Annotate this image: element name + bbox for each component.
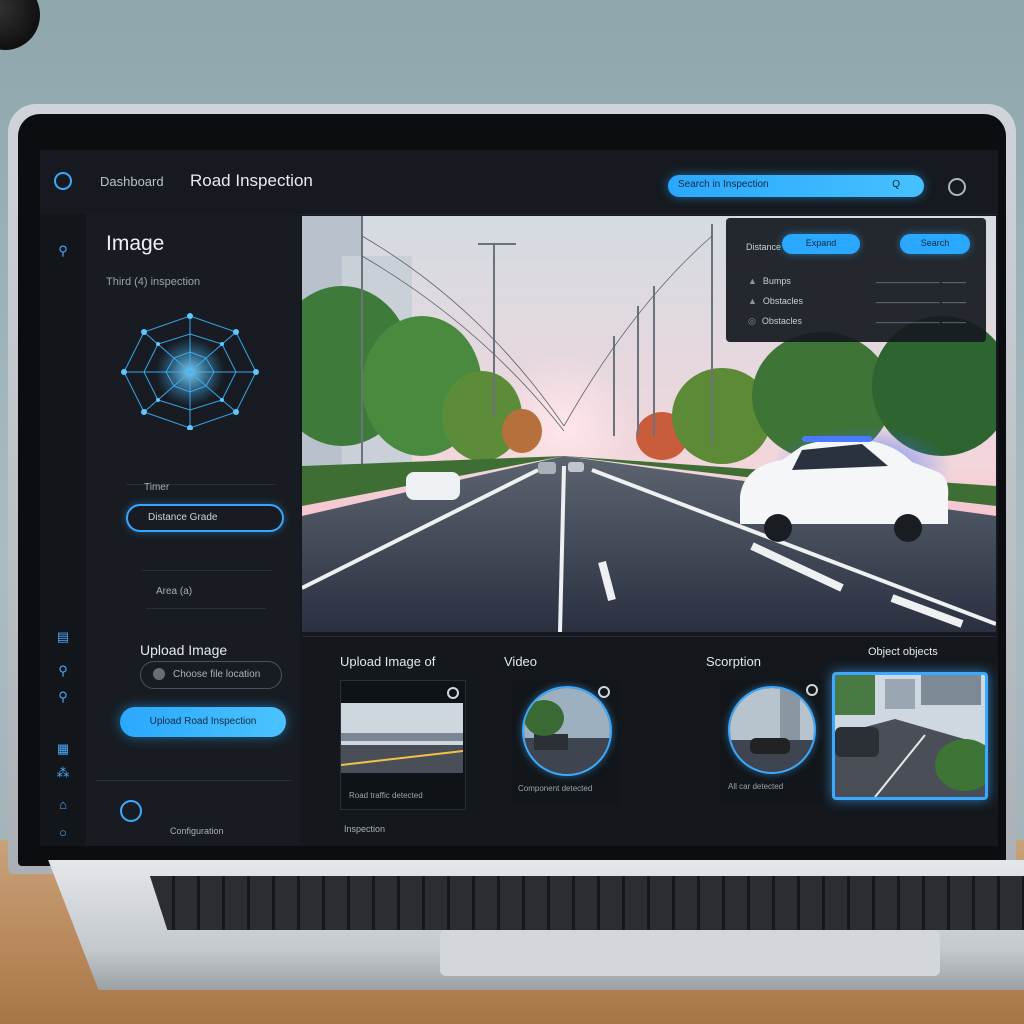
bell-icon[interactable]: ⌂ — [56, 798, 70, 812]
search-overlay-button-label: Search — [920, 238, 950, 248]
clock-icon[interactable] — [54, 172, 72, 190]
laptop-trackpad — [440, 930, 940, 976]
distance-grade-button[interactable]: Distance Grade — [126, 504, 284, 532]
detection-overlay: Distance Expand Search ▲ Bumps ———————— —… — [726, 218, 986, 342]
distance-grade-label: Distance Grade — [148, 512, 218, 523]
search-overlay-button[interactable]: Search — [900, 234, 970, 254]
card-title: Video — [504, 654, 538, 669]
search-icon-3[interactable]: ⚲ — [56, 690, 70, 704]
road-image: Distance Expand Search ▲ Bumps ———————— —… — [302, 216, 996, 632]
upload-button-label: Upload Road Inspection — [149, 716, 257, 727]
divider — [146, 608, 266, 609]
search-input-text: Search in Inspection — [678, 179, 769, 190]
brand-label[interactable]: Dashboard — [100, 174, 164, 189]
timer-label: Timer — [144, 482, 170, 493]
timer-icon[interactable] — [120, 800, 142, 822]
area-label: Area (a) — [156, 586, 193, 597]
panel-title: Image — [106, 232, 165, 255]
thumb-road — [341, 703, 463, 773]
background-object — [0, 0, 40, 50]
description-thumb — [728, 686, 816, 774]
sidebar-rail: ⚲ ▤ ⚲ ⚲ ▦ ⁂ ⌂ ○ — [40, 214, 87, 846]
media-strip: Upload Image of Road traffic detected Vi… — [302, 636, 996, 846]
inspection-label: Inspection — [344, 824, 386, 834]
description-card[interactable]: All car detected — [720, 680, 824, 804]
upload-label: Upload Image — [140, 642, 228, 658]
overlay-row-value: ———————— ——— — [875, 318, 966, 327]
file-location-field[interactable]: Choose file location — [140, 661, 282, 689]
card-caption: Component detected — [518, 784, 593, 793]
configuration-label[interactable]: Configuration — [170, 826, 224, 836]
book-icon[interactable]: ▤ — [56, 630, 70, 644]
card-caption: Road traffic detected — [349, 791, 423, 800]
search-icon-2[interactable]: ⚲ — [56, 664, 70, 678]
card-title: Object objects — [868, 646, 938, 658]
overlay-row: ▲ Obstacles — [748, 296, 803, 306]
grid-icon[interactable]: ▦ — [56, 742, 70, 756]
options-icon[interactable] — [447, 687, 459, 699]
overlay-row-value: ———————— ——— — [875, 298, 966, 307]
overlay-label: Distance — [746, 242, 782, 252]
divider — [142, 570, 272, 571]
people-icon[interactable]: ⁂ — [56, 766, 70, 780]
card-caption: All car detected — [728, 782, 784, 791]
divider — [96, 780, 292, 781]
options-icon[interactable] — [598, 686, 610, 698]
divider — [302, 636, 996, 637]
card-title: Scorption — [706, 654, 761, 669]
page-title: Road Inspection — [190, 171, 313, 190]
warning-icon: ▲ — [748, 296, 757, 306]
profile-icon[interactable] — [948, 178, 966, 196]
search-icon[interactable]: Q — [892, 179, 900, 190]
panel-subtitle: Third (4) inspection — [106, 276, 201, 288]
video-card[interactable]: Component detected — [512, 680, 620, 806]
laptop-keyboard — [150, 876, 1024, 930]
attach-icon — [153, 668, 165, 680]
top-bar: Dashboard Road Inspection Search in Insp… — [40, 150, 998, 215]
upload-button[interactable]: Upload Road Inspection — [120, 707, 286, 737]
network-graphic — [121, 313, 259, 430]
overlay-row: ▲ Bumps — [748, 276, 791, 286]
featured-object-card[interactable] — [832, 672, 988, 800]
card-title: Upload Image of — [340, 654, 436, 669]
file-location-text: Choose file location — [173, 669, 261, 680]
overlay-row: ◎ Obstacles — [748, 316, 802, 326]
options-icon[interactable] — [806, 684, 818, 696]
search-input[interactable]: Search in Inspection Q — [668, 175, 924, 197]
search-icon[interactable]: ⚲ — [56, 244, 70, 258]
expand-button-label: Expand — [805, 238, 837, 248]
app-screen: Dashboard Road Inspection Search in Insp… — [40, 150, 998, 846]
video-thumb — [522, 686, 612, 776]
image-card[interactable]: Road traffic detected — [340, 680, 466, 810]
overlay-row-value: ———————— ——— — [875, 278, 966, 287]
target-icon: ◎ — [748, 316, 756, 326]
expand-button[interactable]: Expand — [782, 234, 860, 254]
warning-icon: ▲ — [748, 276, 757, 286]
circle-icon[interactable]: ○ — [56, 826, 70, 840]
left-panel: Image Third (4) inspection Timer Distanc… — [86, 214, 300, 846]
